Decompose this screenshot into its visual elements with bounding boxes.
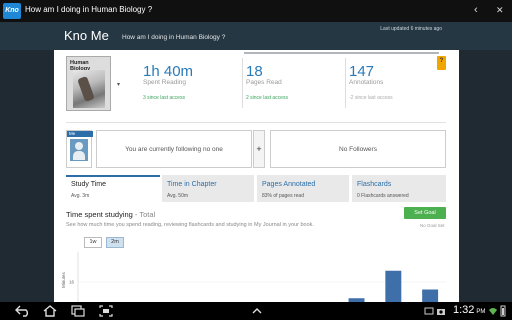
clock: 1:32 PM: [453, 304, 485, 316]
stat-delta: -2 since last access: [349, 95, 393, 101]
stat-value: 18: [246, 63, 263, 80]
stat-label: Annotations: [349, 79, 384, 86]
tab-subtitle: 0 Flashcards answered: [357, 193, 409, 199]
chevron-up-icon[interactable]: [250, 304, 264, 320]
divider: [244, 52, 439, 54]
stat-label: Spent Reading: [143, 79, 187, 86]
brand-title: Kno Me: [64, 28, 109, 43]
stat-value: 147: [349, 63, 375, 80]
clock-time: 1:32: [453, 304, 475, 316]
add-follow-button[interactable]: +: [253, 130, 265, 168]
system-navigation-bar: 1:32 PM: [0, 302, 512, 320]
avatar-body-icon: [73, 151, 85, 160]
stat-delta: 2 since last access: [246, 95, 288, 101]
followers-text: No Followers: [339, 145, 377, 153]
tab-subtitle: 83% of pages read: [262, 193, 304, 199]
tab-time-in-chapter[interactable]: Time in Chapter Avg. 50m: [162, 175, 254, 202]
clock-ampm: PM: [476, 309, 486, 315]
followers-box[interactable]: No Followers: [270, 130, 446, 168]
section-divider: [66, 122, 446, 123]
window-title: How am I doing in Human Biology ?: [25, 5, 153, 14]
tab-subtitle: Avg. 3m: [71, 193, 90, 199]
following-box[interactable]: You are currently following no one: [96, 130, 252, 168]
range-2m-button[interactable]: 2m: [106, 237, 124, 248]
last-updated-text: Last updated 6 minutes ago: [380, 26, 442, 32]
chart-title-total: - Total: [132, 210, 156, 219]
kno-logo-icon[interactable]: Kno: [3, 3, 21, 19]
following-text: You are currently following no one: [125, 145, 223, 153]
back-icon[interactable]: ‹: [474, 3, 478, 17]
tab-study-time[interactable]: Study Time Avg. 3m: [66, 175, 160, 202]
page-subtitle: How am I doing in Human Biology ?: [122, 34, 226, 41]
tab-title: Flashcards: [357, 181, 392, 188]
tab-title: Time in Chapter: [167, 181, 217, 188]
tab-flashcards[interactable]: Flashcards 0 Flashcards answered: [352, 175, 446, 202]
set-goal-button[interactable]: Set Goal: [404, 207, 446, 219]
bar-group: [348, 270, 439, 302]
stat-label: Pages Read: [246, 79, 282, 86]
avatar: [70, 139, 88, 161]
tab-subtitle: Avg. 50m: [167, 193, 189, 199]
study-time-chart: 16: [69, 252, 446, 302]
wifi-icon: [488, 304, 498, 320]
home-nav-icon[interactable]: [42, 304, 58, 320]
stat-annotations: 147 Annotations -2 since last access: [345, 58, 445, 108]
back-nav-icon[interactable]: [14, 304, 32, 320]
app-action-bar: Kno How am I doing in Human Biology ? ‹ …: [0, 0, 512, 22]
no-goal-text: No Goal Set: [420, 223, 445, 228]
chart-title-text: Time spent studying: [66, 210, 133, 219]
recent-apps-icon[interactable]: [70, 304, 86, 320]
battery-icon: [499, 304, 507, 320]
stat-spent-reading: 1h 40m Spent Reading 3 since last access: [140, 58, 240, 108]
chevron-down-icon[interactable]: ▾: [117, 81, 120, 88]
me-avatar-card[interactable]: Me: [66, 130, 93, 168]
book-cover[interactable]: Human Biology: [66, 56, 111, 111]
range-1w-button[interactable]: 1w: [84, 237, 102, 248]
camera-icon: [436, 304, 446, 320]
stat-pages-read: 18 Pages Read 2 since last access: [242, 58, 342, 108]
chart-bar: [422, 289, 439, 302]
chart-bar: [385, 270, 402, 302]
page-header: Kno Me How am I doing in Human Biology ?…: [0, 22, 512, 50]
metric-tabs: Study Time Avg. 3m Time in Chapter Avg. …: [66, 175, 446, 202]
y-tick-label: 16: [69, 280, 75, 285]
chart-description: See how much time you spend reading, rev…: [66, 222, 314, 228]
tab-title: Study Time: [71, 181, 107, 188]
tab-pages-annotated[interactable]: Pages Annotated 83% of pages read: [257, 175, 349, 202]
avatar-head-icon: [75, 142, 83, 150]
screenshot-icon[interactable]: [98, 304, 114, 320]
me-label: Me: [67, 131, 93, 137]
stat-value: 1h 40m: [143, 63, 194, 80]
gallery-icon: [424, 304, 434, 320]
stat-delta: 3 since last access: [143, 95, 185, 101]
close-icon[interactable]: ✕: [496, 3, 504, 17]
chart-title: Time spent studying - Total: [66, 210, 155, 219]
tab-title: Pages Annotated: [262, 181, 316, 188]
